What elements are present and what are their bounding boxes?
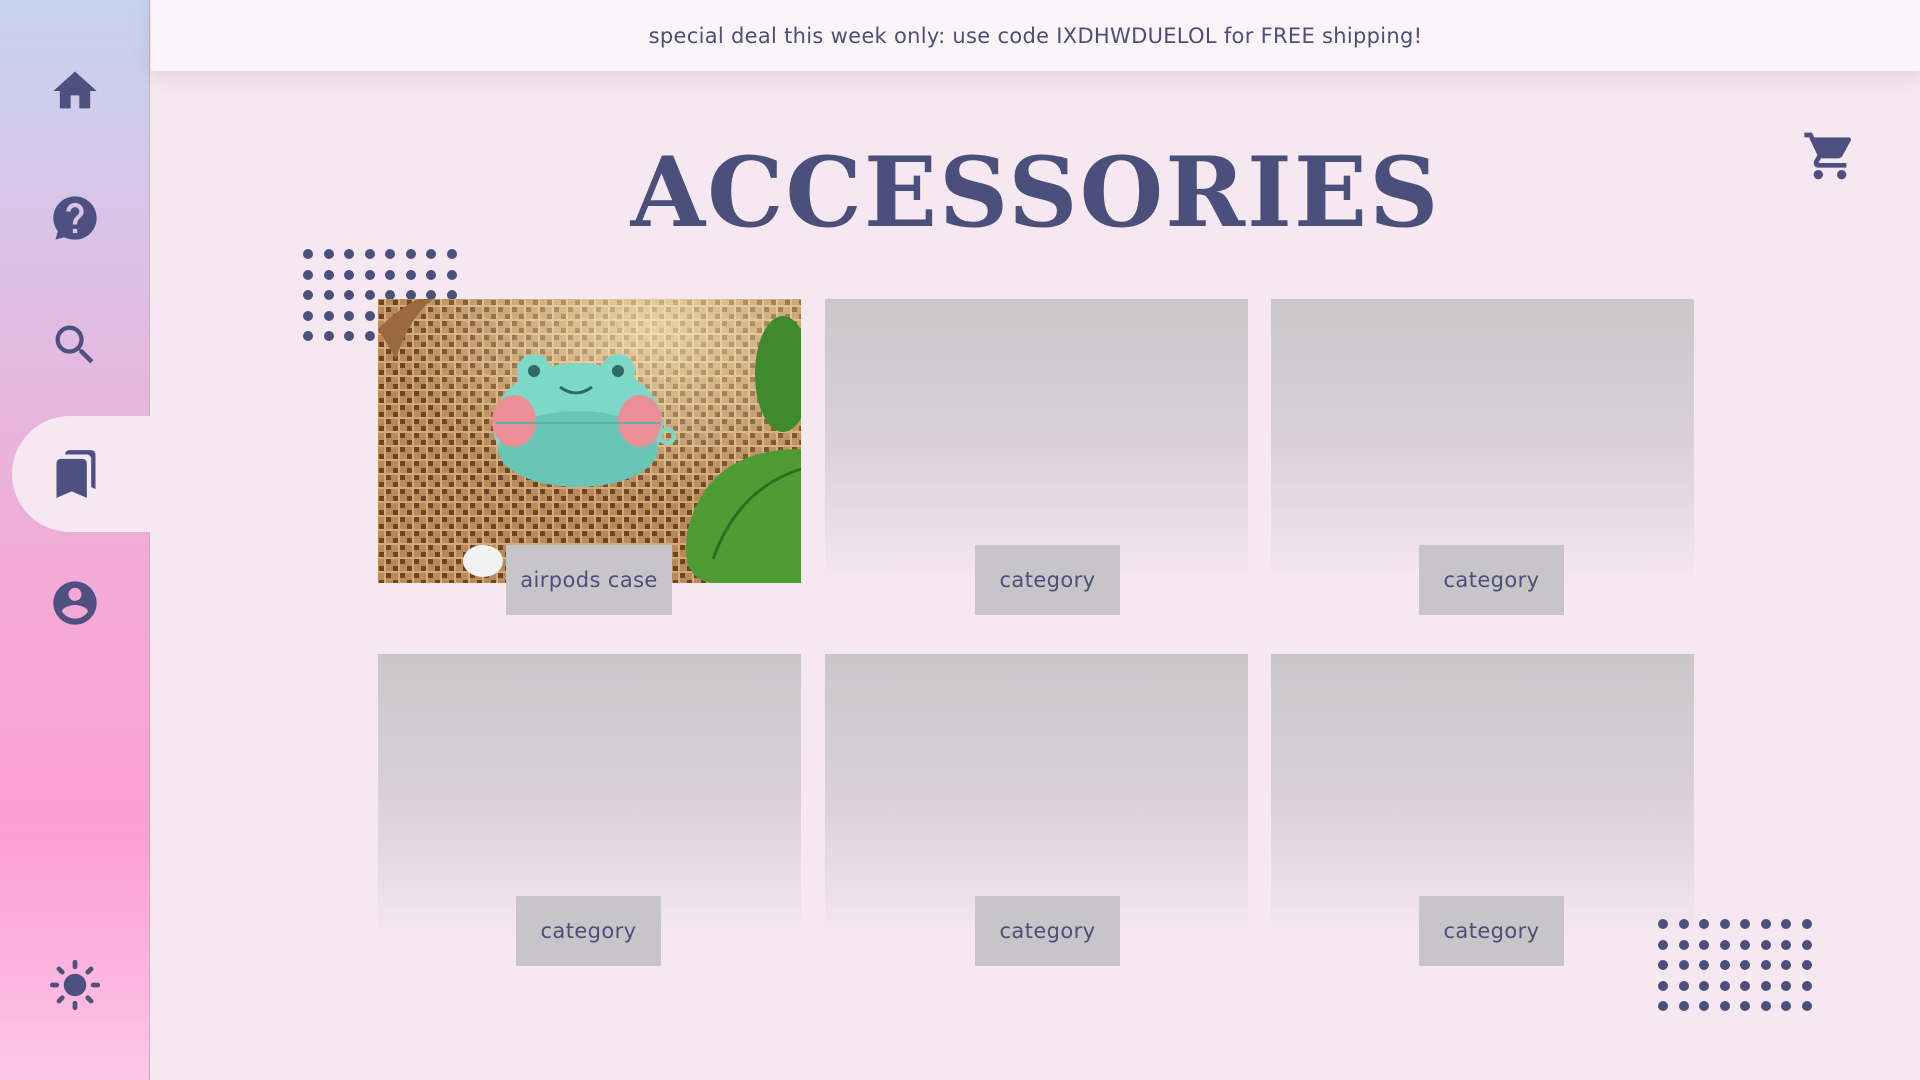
category-label: category xyxy=(1419,545,1564,615)
category-card[interactable]: category xyxy=(825,654,1248,966)
search-icon xyxy=(55,325,94,364)
category-label: category xyxy=(975,545,1120,615)
nav-bookmarks[interactable] xyxy=(12,416,152,532)
promo-banner-text: special deal this week only: use code IX… xyxy=(648,23,1423,48)
category-card[interactable]: category xyxy=(378,654,801,966)
account-icon xyxy=(53,581,97,625)
nav-home[interactable] xyxy=(0,33,150,149)
category-label: category xyxy=(1419,896,1564,966)
dot-pattern-decoration xyxy=(1658,919,1812,1011)
promo-banner: special deal this week only: use code IX… xyxy=(151,0,1920,71)
nav-help[interactable] xyxy=(0,160,150,276)
nav-account[interactable] xyxy=(0,545,150,661)
category-card[interactable]: category xyxy=(1271,299,1694,615)
category-card[interactable]: category xyxy=(1271,654,1694,966)
help-icon xyxy=(53,196,97,240)
cart-button[interactable] xyxy=(1800,128,1860,184)
category-card-airpods-case[interactable]: airpods case xyxy=(378,299,801,615)
nav-search[interactable] xyxy=(0,287,150,403)
theme-toggle[interactable] xyxy=(0,927,150,1043)
sidebar xyxy=(0,0,152,1080)
page-title: ACCESSORIES xyxy=(630,136,1441,249)
category-label: category xyxy=(975,896,1120,966)
category-label: airpods case xyxy=(506,545,672,615)
category-card[interactable]: category xyxy=(825,299,1248,615)
cart-icon xyxy=(1804,132,1852,180)
brightness-icon xyxy=(49,959,101,1011)
home-icon xyxy=(53,71,97,109)
bookmarks-icon xyxy=(56,450,96,498)
category-label: category xyxy=(516,896,661,966)
frog-airpods-case-photo xyxy=(378,299,801,583)
